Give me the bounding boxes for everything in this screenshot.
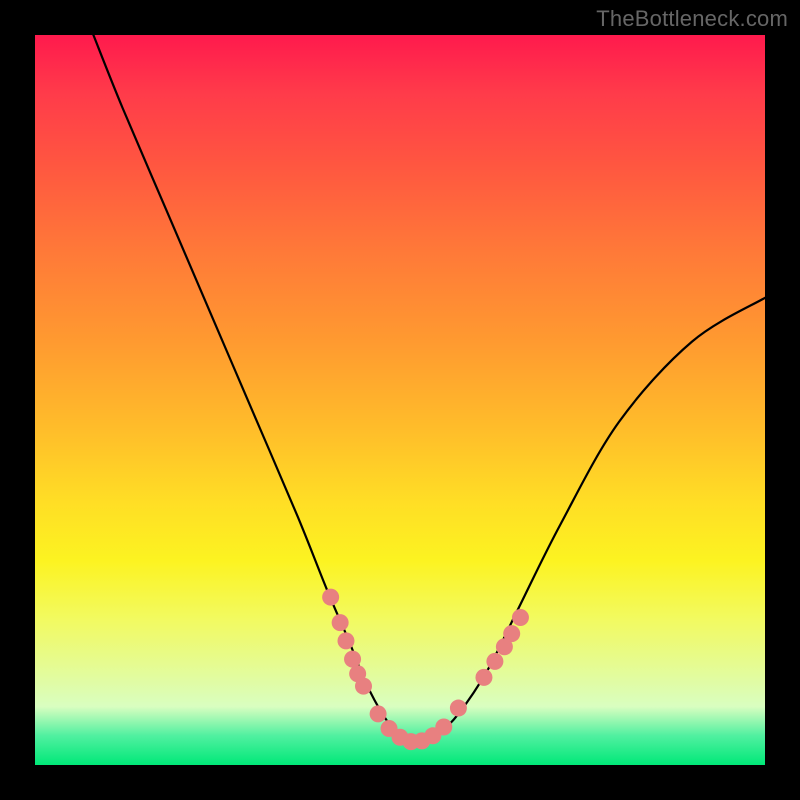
- watermark-text: TheBottleneck.com: [596, 6, 788, 32]
- marker-dot: [370, 705, 387, 722]
- marker-dot: [512, 609, 529, 626]
- marker-dot: [322, 589, 339, 606]
- marker-dot: [503, 625, 520, 642]
- marker-group: [322, 589, 529, 751]
- marker-dot: [486, 653, 503, 670]
- plot-area: [35, 35, 765, 765]
- marker-dot: [475, 669, 492, 686]
- marker-dot: [450, 700, 467, 717]
- chart-svg: [35, 35, 765, 765]
- chart-frame: TheBottleneck.com: [0, 0, 800, 800]
- marker-dot: [337, 632, 354, 649]
- bottleneck-curve: [93, 35, 765, 745]
- marker-dot: [435, 719, 452, 736]
- marker-dot: [344, 651, 361, 668]
- marker-dot: [355, 678, 372, 695]
- marker-dot: [332, 614, 349, 631]
